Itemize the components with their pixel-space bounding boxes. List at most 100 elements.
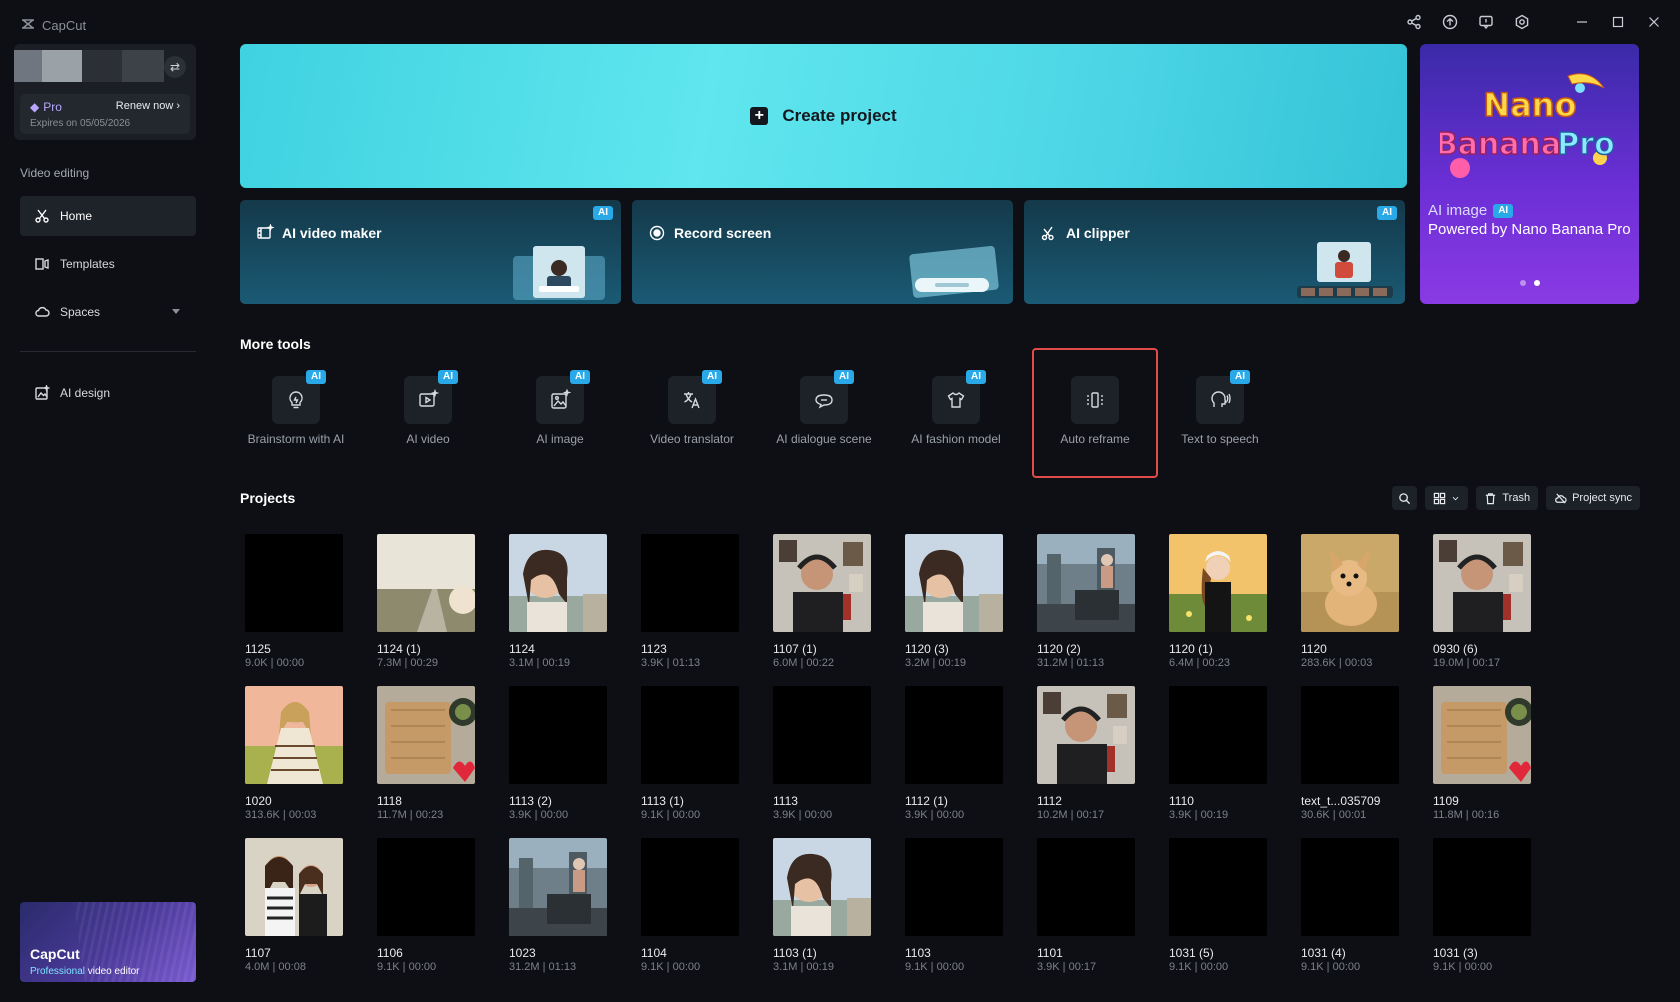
minimize-icon[interactable]: [1572, 12, 1592, 32]
project-card[interactable]: 1113 (2) 3.9K | 00:00: [509, 686, 607, 821]
project-thumbnail[interactable]: [1037, 686, 1135, 784]
project-thumbnail[interactable]: [1037, 534, 1135, 632]
switch-account-icon[interactable]: ⇄: [164, 56, 186, 78]
project-thumbnail[interactable]: [509, 686, 607, 784]
project-thumbnail[interactable]: [509, 838, 607, 936]
search-button[interactable]: [1392, 486, 1418, 510]
tool-text-to-speech[interactable]: AI Text to speech: [1162, 364, 1278, 474]
project-thumbnail[interactable]: [641, 838, 739, 936]
project-thumbnail[interactable]: [905, 534, 1003, 632]
project-thumbnail[interactable]: [245, 686, 343, 784]
settings-icon[interactable]: [1512, 12, 1532, 32]
ai-badge: AI: [966, 370, 986, 384]
carousel-dot[interactable]: [1520, 280, 1526, 286]
project-card[interactable]: 1113 3.9K | 00:00: [773, 686, 871, 821]
record-screen-card[interactable]: Record screen: [632, 200, 1013, 304]
sidebar-item-ai-design[interactable]: AI design: [20, 373, 196, 413]
close-icon[interactable]: [1644, 12, 1664, 32]
project-thumbnail[interactable]: [245, 838, 343, 936]
project-card[interactable]: text_t...035709 30.6K | 00:01: [1301, 686, 1399, 821]
project-thumbnail[interactable]: [641, 534, 739, 632]
project-thumbnail[interactable]: [773, 838, 871, 936]
project-card[interactable]: 1109 11.8M | 00:16: [1433, 686, 1531, 821]
project-card[interactable]: 1103 9.1K | 00:00: [905, 838, 1003, 973]
project-thumbnail[interactable]: [1037, 838, 1135, 936]
project-thumbnail[interactable]: [1433, 838, 1531, 936]
carousel-dot-active[interactable]: [1534, 280, 1540, 286]
project-card[interactable]: 1120 283.6K | 00:03: [1301, 534, 1399, 669]
project-card[interactable]: 1031 (5) 9.1K | 00:00: [1169, 838, 1267, 973]
tool-ai-fashion-model[interactable]: AI AI fashion model: [898, 364, 1014, 474]
tool-auto-reframe[interactable]: Auto reframe: [1032, 348, 1158, 478]
project-card[interactable]: 0930 (6) 19.0M | 00:17: [1433, 534, 1531, 669]
trash-button[interactable]: Trash: [1476, 486, 1539, 510]
view-toggle-button[interactable]: [1425, 486, 1469, 510]
nano-banana-banner[interactable]: Nano Banana Pro AI image AI Powered by N…: [1420, 44, 1639, 304]
project-card[interactable]: 1124 3.1M | 00:19: [509, 534, 607, 669]
project-card[interactable]: 1125 9.0K | 00:00: [245, 534, 343, 669]
tool-ai-image[interactable]: AI AI image: [502, 364, 618, 474]
projects-toolbar: Trash Project sync: [1392, 486, 1640, 510]
project-card[interactable]: 1120 (3) 3.2M | 00:19: [905, 534, 1003, 669]
share-icon[interactable]: [1404, 12, 1424, 32]
project-card[interactable]: 1123 3.9K | 01:13: [641, 534, 739, 669]
project-card[interactable]: 1020 313.6K | 00:03: [245, 686, 343, 821]
project-thumbnail[interactable]: [509, 534, 607, 632]
project-card[interactable]: 1118 11.7M | 00:23: [377, 686, 475, 821]
sidebar-item-templates[interactable]: Templates: [20, 244, 196, 284]
project-thumbnail[interactable]: [1301, 534, 1399, 632]
carousel-dots[interactable]: [1520, 280, 1540, 286]
project-card[interactable]: 1023 31.2M | 01:13: [509, 838, 607, 973]
project-thumbnail[interactable]: [905, 838, 1003, 936]
project-thumbnail[interactable]: [377, 686, 475, 784]
ai-video-maker-card[interactable]: AI video maker AI: [240, 200, 621, 304]
tool-video-translator[interactable]: AI Video translator: [634, 364, 750, 474]
project-card[interactable]: 1031 (4) 9.1K | 00:00: [1301, 838, 1399, 973]
project-card[interactable]: 1120 (2) 31.2M | 01:13: [1037, 534, 1135, 669]
project-thumbnail[interactable]: [1433, 534, 1531, 632]
sidebar-item-home[interactable]: Home: [20, 196, 196, 236]
project-thumbnail[interactable]: [1169, 686, 1267, 784]
project-thumbnail[interactable]: [1301, 686, 1399, 784]
project-thumbnail[interactable]: [1169, 534, 1267, 632]
project-card[interactable]: 1120 (1) 6.4M | 00:23: [1169, 534, 1267, 669]
project-card[interactable]: 1031 (3) 9.1K | 00:00: [1433, 838, 1531, 973]
project-card[interactable]: 1124 (1) 7.3M | 00:29: [377, 534, 475, 669]
project-card[interactable]: 1112 10.2M | 00:17: [1037, 686, 1135, 821]
chevron-down-icon[interactable]: [172, 309, 180, 314]
project-thumbnail[interactable]: [641, 686, 739, 784]
capcut-promo-card[interactable]: CapCut Professional video editor: [20, 902, 196, 982]
project-thumbnail[interactable]: [377, 838, 475, 936]
project-card[interactable]: 1113 (1) 9.1K | 00:00: [641, 686, 739, 821]
project-card[interactable]: 1107 (1) 6.0M | 00:22: [773, 534, 871, 669]
tool-brainstorm-with-ai[interactable]: AI Brainstorm with AI: [238, 364, 354, 474]
project-card[interactable]: 1101 3.9K | 00:17: [1037, 838, 1135, 973]
project-sync-button[interactable]: Project sync: [1546, 486, 1640, 510]
project-card[interactable]: 1110 3.9K | 00:19: [1169, 686, 1267, 821]
tool-ai-dialogue-scene[interactable]: AI AI dialogue scene: [766, 364, 882, 474]
maximize-icon[interactable]: [1608, 12, 1628, 32]
project-thumbnail[interactable]: [245, 534, 343, 632]
project-thumbnail[interactable]: [377, 534, 475, 632]
feedback-icon[interactable]: [1476, 12, 1496, 32]
projects-heading: Projects: [240, 490, 296, 506]
renew-now-link[interactable]: Renew now ›: [116, 100, 180, 112]
project-card[interactable]: 1104 9.1K | 00:00: [641, 838, 739, 973]
project-thumbnail[interactable]: [1169, 838, 1267, 936]
ai-clipper-card[interactable]: AI clipper AI: [1024, 200, 1405, 304]
project-thumbnail[interactable]: [773, 686, 871, 784]
sidebar-item-spaces[interactable]: Spaces: [20, 292, 196, 332]
project-card[interactable]: 1106 9.1K | 00:00: [377, 838, 475, 973]
upload-icon[interactable]: [1440, 12, 1460, 32]
project-card[interactable]: 1103 (1) 3.1M | 00:19: [773, 838, 871, 973]
project-card[interactable]: 1107 4.0M | 00:08: [245, 838, 343, 973]
project-thumbnail[interactable]: [1301, 838, 1399, 936]
create-project-button[interactable]: + Create project: [240, 44, 1407, 188]
project-thumbnail[interactable]: [1433, 686, 1531, 784]
project-meta: 19.0M | 00:17: [1433, 657, 1501, 669]
avatar[interactable]: [14, 50, 164, 82]
tool-ai-video[interactable]: AI AI video: [370, 364, 486, 474]
project-thumbnail[interactable]: [905, 686, 1003, 784]
project-card[interactable]: 1112 (1) 3.9K | 00:00: [905, 686, 1003, 821]
project-thumbnail[interactable]: [773, 534, 871, 632]
